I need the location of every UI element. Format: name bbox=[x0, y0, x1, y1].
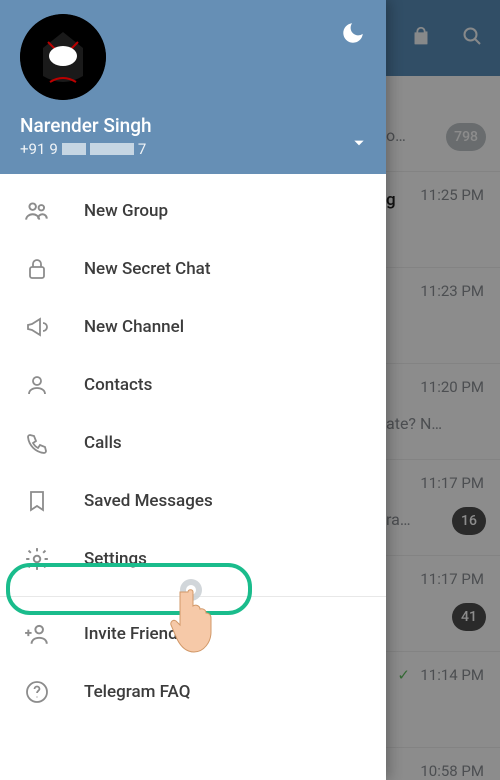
menu-item-new-channel[interactable]: New Channel bbox=[0, 298, 386, 356]
drawer-header: Narender Singh +91 9 7 bbox=[0, 0, 386, 174]
menu-divider bbox=[0, 596, 386, 597]
menu-item-new-group[interactable]: New Group bbox=[0, 182, 386, 240]
drawer-menu: New Group New Secret Chat New Channel Co… bbox=[0, 174, 386, 780]
bookmark-icon bbox=[24, 488, 50, 514]
phone-prefix: +91 bbox=[20, 140, 45, 158]
gear-icon bbox=[24, 546, 50, 572]
menu-label: Invite Friends bbox=[84, 624, 186, 644]
person-icon bbox=[24, 372, 50, 398]
phone-digit: 9 bbox=[49, 140, 57, 158]
person-add-icon bbox=[24, 621, 50, 647]
menu-item-contacts[interactable]: Contacts bbox=[0, 356, 386, 414]
menu-item-telegram-faq[interactable]: Telegram FAQ bbox=[0, 663, 386, 721]
user-phone: +91 9 7 bbox=[20, 140, 366, 158]
navigation-drawer: Narender Singh +91 9 7 New Group bbox=[0, 0, 386, 780]
account-expand-icon[interactable] bbox=[352, 135, 366, 154]
menu-label: New Group bbox=[84, 201, 168, 221]
lock-icon bbox=[24, 256, 50, 282]
phone-digit: 7 bbox=[138, 140, 146, 158]
menu-label: Settings bbox=[84, 549, 147, 569]
help-icon bbox=[24, 679, 50, 705]
menu-item-saved-messages[interactable]: Saved Messages bbox=[0, 472, 386, 530]
menu-item-new-secret-chat[interactable]: New Secret Chat bbox=[0, 240, 386, 298]
megaphone-icon bbox=[24, 314, 50, 340]
menu-item-settings[interactable]: Settings bbox=[0, 530, 386, 588]
phone-redaction bbox=[90, 143, 134, 155]
menu-label: New Secret Chat bbox=[84, 259, 211, 279]
menu-item-calls[interactable]: Calls bbox=[0, 414, 386, 472]
user-name: Narender Singh bbox=[20, 114, 366, 137]
night-mode-icon[interactable] bbox=[340, 20, 366, 50]
phone-icon bbox=[24, 430, 50, 456]
menu-item-invite-friends[interactable]: Invite Friends bbox=[0, 605, 386, 663]
group-icon bbox=[24, 198, 50, 224]
menu-label: Saved Messages bbox=[84, 491, 213, 511]
user-avatar[interactable] bbox=[20, 14, 106, 100]
menu-label: New Channel bbox=[84, 317, 184, 337]
menu-label: Calls bbox=[84, 433, 122, 453]
phone-redaction bbox=[62, 143, 86, 155]
menu-label: Telegram FAQ bbox=[84, 682, 190, 702]
menu-label: Contacts bbox=[84, 375, 152, 395]
